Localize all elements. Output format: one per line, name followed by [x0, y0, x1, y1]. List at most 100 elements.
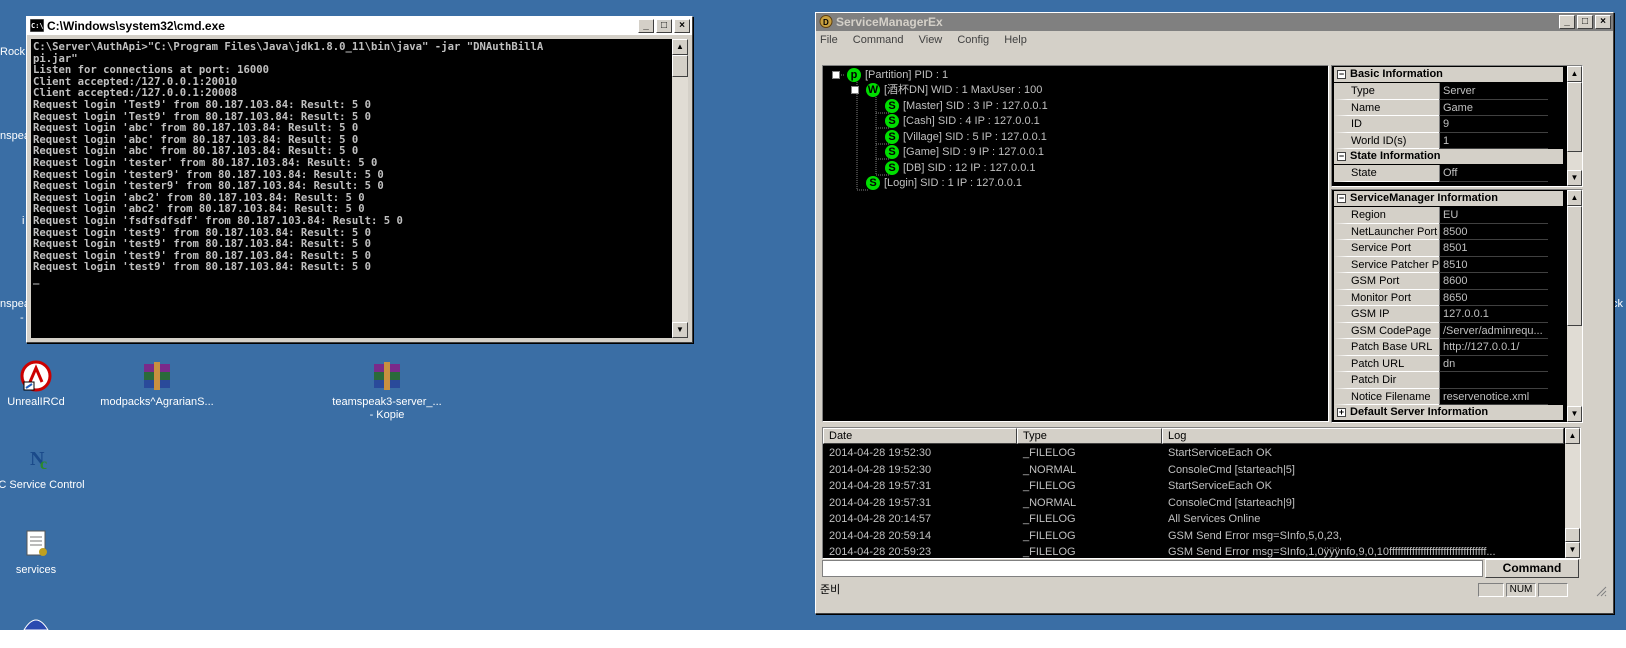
property-value[interactable]: 8501 [1439, 240, 1548, 257]
tree-node-world[interactable]: W [酒杯DN] WID : 1 MaxUser : 100 [866, 83, 1042, 97]
tree-expander[interactable] [851, 86, 859, 94]
tree-node-partition[interactable]: p [Partition] PID : 1 [847, 68, 948, 82]
log-row[interactable]: 2014-04-28 20:59:23 _FILELOG GSM Send Erro… [823, 544, 1564, 561]
maximize-button[interactable]: □ [656, 19, 672, 33]
property-row[interactable]: Region EU [1334, 207, 1548, 224]
property-row[interactable]: GSM IP 127.0.0.1 [1334, 306, 1548, 323]
scroll-up-button[interactable]: ▲ [1567, 66, 1582, 82]
tree-node-game[interactable]: S [Game] SID : 9 IP : 127.0.0.1 [885, 145, 1044, 159]
scroll-thumb[interactable] [1567, 206, 1582, 326]
property-row[interactable]: Service Port 8501 [1334, 240, 1548, 257]
category-state-information[interactable]: − State Information [1334, 149, 1563, 164]
category-basic-information[interactable]: − Basic Information [1334, 67, 1563, 82]
log-row[interactable]: 2014-04-28 20:14:57 _FILELOG All Services … [823, 511, 1564, 528]
property-value[interactable]: 8500 [1439, 223, 1548, 240]
desktop-icon-service-control[interactable]: Nc IC Service Control [0, 443, 100, 492]
column-header-log[interactable]: Log [1162, 428, 1564, 444]
property-value[interactable]: 8600 [1439, 273, 1548, 290]
log-row[interactable]: 2014-04-28 19:52:30 _FILELOG StartServiceE… [823, 445, 1564, 462]
log-row[interactable]: 2014-04-28 19:57:31 _NORMAL ConsoleCmd [st… [823, 495, 1564, 512]
property-row[interactable]: State Off [1334, 165, 1548, 182]
scroll-up-button[interactable]: ▲ [1565, 428, 1580, 444]
basic-info-grid[interactable]: − Basic Information Type Server Name Game I… [1331, 65, 1583, 187]
scroll-down-button[interactable]: ▼ [672, 322, 688, 338]
minimize-button[interactable]: _ [638, 19, 654, 33]
property-row[interactable]: Patch Base URL http://127.0.0.1/ [1334, 339, 1548, 356]
desktop-icon-modpacks[interactable]: modpacks^AgrarianS... [97, 360, 217, 409]
property-value[interactable]: http://127.0.0.1/ [1439, 339, 1548, 356]
menu-config[interactable]: Config [957, 34, 989, 46]
cmd-titlebar[interactable]: C:\ C:\Windows\system32\cmd.exe _ □ × [27, 17, 692, 35]
desktop-icon-teamspeak3[interactable]: teamspeak3-server_... - Kopie [322, 360, 452, 422]
command-button[interactable]: Command [1485, 559, 1579, 578]
property-row[interactable]: Service Patcher Port8510 [1334, 256, 1548, 273]
property-value[interactable]: 127.0.0.1 [1439, 306, 1548, 323]
console-scrollbar[interactable]: ▲ ▼ [672, 39, 688, 338]
scroll-thumb[interactable] [1567, 82, 1582, 152]
desktop-icon-partial[interactable] [22, 614, 50, 631]
scroll-down-button[interactable]: ▼ [1565, 542, 1580, 558]
tree-expander[interactable] [832, 71, 840, 79]
property-row[interactable]: Notice Filename reservenotice.xml [1334, 388, 1548, 405]
property-row[interactable]: Patch Dir [1334, 372, 1548, 389]
log-row[interactable]: 2014-04-28 19:57:31 _FILELOG StartServiceE… [823, 478, 1564, 495]
tree-node-login[interactable]: S [Login] SID : 1 IP : 127.0.0.1 [866, 176, 1022, 190]
property-value[interactable]: 8650 [1439, 289, 1548, 306]
property-value[interactable]: EU [1439, 207, 1548, 224]
property-row[interactable]: Name Game [1334, 99, 1548, 116]
property-value[interactable] [1439, 372, 1548, 389]
log-row[interactable]: 2014-04-28 20:59:14 _FILELOG GSM Send Erro… [823, 528, 1564, 545]
desktop-icon-unrealircd[interactable]: UnrealIRCd [0, 360, 96, 409]
property-value[interactable]: dn [1439, 355, 1548, 372]
property-row[interactable]: GSM CodePage/Server/adminrequ... [1334, 322, 1548, 339]
property-row[interactable]: ID 9 [1334, 116, 1548, 133]
servicemanager-info-grid[interactable]: − ServiceManager Information Region EU NetL… [1331, 189, 1583, 423]
minimize-button[interactable]: _ [1559, 15, 1575, 29]
column-header-date[interactable]: Date [823, 428, 1017, 444]
menu-command[interactable]: Command [853, 34, 904, 46]
scroll-up-button[interactable]: ▲ [1567, 190, 1582, 206]
maximize-button[interactable]: □ [1577, 15, 1593, 29]
console-output-area[interactable]: C:\Server\AuthApi>"C:\Program Files\Java… [31, 39, 688, 338]
console-line: Request login 'test9' from 80.187.103.84… [33, 238, 372, 251]
scroll-thumb[interactable] [672, 55, 688, 77]
property-row[interactable]: Type Server [1334, 83, 1548, 100]
log-row[interactable]: 2014-04-28 19:52:30 _NORMAL ConsoleCmd [st… [823, 462, 1564, 479]
command-input[interactable] [822, 560, 1483, 577]
scroll-down-button[interactable]: ▼ [1567, 406, 1582, 422]
tree-node-db[interactable]: S [DB] SID : 12 IP : 127.0.0.1 [885, 161, 1035, 175]
property-row[interactable]: World ID(s) 1 [1334, 132, 1548, 149]
property-value[interactable]: 8510 [1439, 256, 1548, 273]
tree-node-village[interactable]: S [Village] SID : 5 IP : 127.0.0.1 [885, 130, 1047, 144]
property-value[interactable]: reservenotice.xml [1439, 388, 1548, 405]
log-cell-type: _NORMAL [1023, 463, 1077, 476]
category-servicemanager-information[interactable]: − ServiceManager Information [1334, 191, 1563, 206]
menu-file[interactable]: File [820, 34, 838, 46]
property-row[interactable]: NetLauncher Port 8500 [1334, 223, 1548, 240]
desktop-icon-services[interactable]: services [0, 528, 96, 577]
close-button[interactable]: × [1595, 15, 1611, 29]
sm-info-scrollbar[interactable]: ▲ ▼ [1567, 190, 1582, 422]
log-list[interactable]: Date Type Log 2014-04-28 19:52:30 _FILELO… [822, 427, 1581, 559]
property-value[interactable]: /Server/adminrequ... [1439, 322, 1548, 339]
property-row[interactable]: Monitor Port 8650 [1334, 289, 1548, 306]
property-name: Patch URL [1334, 355, 1439, 372]
scroll-thumb[interactable] [1565, 528, 1580, 542]
close-button[interactable]: × [674, 19, 690, 33]
sm-titlebar[interactable]: D ServiceManagerEx _ □ × [816, 13, 1613, 31]
column-header-type[interactable]: Type [1017, 428, 1162, 444]
server-tree[interactable]: p [Partition] PID : 1 W [酒杯DN] WID : 1 Max… [822, 65, 1329, 422]
property-name: GSM CodePage [1334, 322, 1439, 339]
property-row[interactable]: GSM Port 8600 [1334, 273, 1548, 290]
basic-info-scrollbar[interactable]: ▲ ▼ [1567, 66, 1582, 186]
menu-help[interactable]: Help [1004, 34, 1027, 46]
tree-node-master[interactable]: S [Master] SID : 3 IP : 127.0.0.1 [885, 99, 1048, 113]
resize-grip-icon[interactable] [1595, 585, 1607, 597]
log-scrollbar[interactable]: ▲ ▼ [1565, 428, 1580, 558]
scroll-down-button[interactable]: ▼ [1567, 170, 1582, 186]
tree-node-cash[interactable]: S [Cash] SID : 4 IP : 127.0.0.1 [885, 114, 1040, 128]
category-default-server-information[interactable]: + Default Server Information [1334, 405, 1563, 420]
scroll-up-button[interactable]: ▲ [672, 39, 688, 55]
property-row[interactable]: Patch URL dn [1334, 355, 1548, 372]
menu-view[interactable]: View [919, 34, 943, 46]
